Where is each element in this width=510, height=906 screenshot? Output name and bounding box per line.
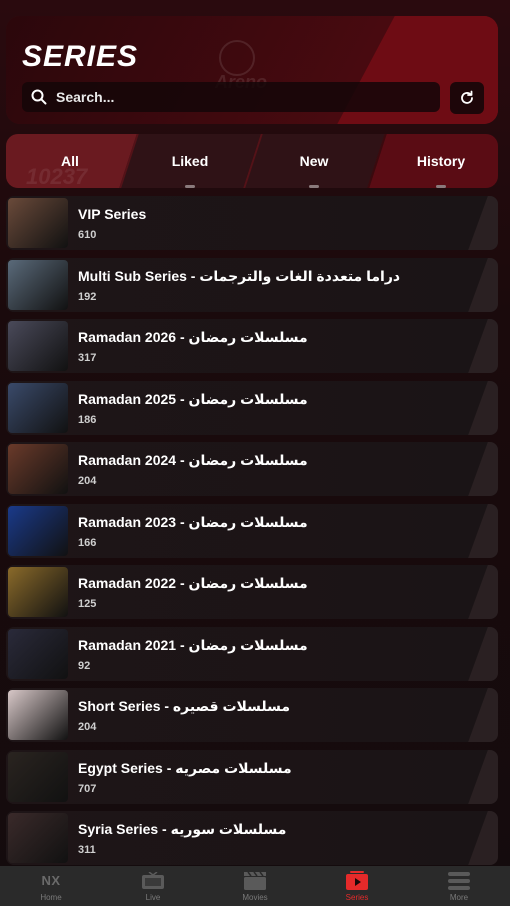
nx-logo-icon: NX: [41, 873, 61, 888]
row-accent: [468, 626, 498, 681]
refresh-button[interactable]: [450, 82, 484, 114]
category-count: 192: [78, 290, 97, 303]
bottom-nav: NX Home Live Movies Series More: [0, 866, 510, 906]
nav-series[interactable]: Series: [306, 866, 408, 906]
row-accent: [468, 442, 498, 496]
nav-more-label: More: [449, 892, 469, 902]
category-row[interactable]: Syria Series - مسلسلات سوريه 311: [6, 811, 498, 865]
category-count: 610: [78, 229, 97, 241]
nav-more[interactable]: More: [408, 866, 510, 906]
tab-history[interactable]: History: [367, 134, 498, 188]
category-count: 125: [78, 598, 97, 610]
category-thumbnail: [8, 198, 68, 248]
row-accent: [468, 688, 498, 742]
row-accent: [468, 503, 498, 558]
category-row[interactable]: Egypt Series - مسلسلات مصريه 707: [6, 749, 498, 804]
nav-live-label: Live: [145, 892, 161, 902]
nav-live[interactable]: Live: [102, 866, 204, 906]
search-placeholder: Search...: [56, 89, 115, 105]
row-accent: [468, 811, 498, 865]
row-accent: [468, 319, 498, 373]
row-accent: [468, 196, 498, 250]
category-thumbnail: [8, 444, 68, 494]
tab-new[interactable]: New: [243, 134, 385, 188]
nav-movies[interactable]: Movies: [204, 866, 306, 906]
category-row[interactable]: Ramadan 2021 - مسلسلات رمضان 92: [6, 626, 498, 681]
category-row[interactable]: Multi Sub Series - دراما متعددة الغات وا…: [6, 257, 498, 312]
search-icon: [22, 89, 56, 105]
category-row[interactable]: Ramadan 2023 - مسلسلات رمضان 166: [6, 503, 498, 558]
tabs-watermark: 10237: [26, 164, 88, 189]
category-thumbnail: [8, 567, 68, 617]
category-count: 707: [78, 782, 97, 795]
refresh-icon: [461, 90, 473, 104]
category-row[interactable]: Ramadan 2024 - مسلسلات رمضان 204: [6, 442, 498, 496]
category-name: Ramadan 2023 - مسلسلات رمضان: [78, 513, 308, 530]
category-name: Ramadan 2026 - مسلسلات رمضان: [78, 329, 308, 345]
row-accent: [468, 257, 498, 312]
category-count: 311: [78, 844, 96, 856]
tab-history-label: History: [416, 153, 466, 169]
tab-liked[interactable]: Liked: [119, 134, 261, 188]
nav-home-label: Home: [40, 892, 62, 902]
category-name: Short Series - مسلسلات قصيره: [78, 698, 291, 714]
category-row[interactable]: Ramadan 2026 - مسلسلات رمضان 317: [6, 319, 498, 373]
nav-home[interactable]: NX Home: [0, 866, 102, 906]
category-name: VIP Series: [78, 206, 147, 222]
category-row[interactable]: Ramadan 2022 - مسلسلات رمضان 125: [6, 565, 498, 619]
tab-indicator: [436, 185, 446, 188]
category-thumbnail: [8, 321, 68, 371]
row-accent: [468, 749, 498, 804]
category-name: Ramadan 2022 - مسلسلات رمضان: [78, 575, 308, 591]
category-row[interactable]: Short Series - مسلسلات قصيره 204: [6, 688, 498, 742]
category-thumbnail: [8, 690, 68, 740]
tv-icon: [141, 871, 165, 891]
category-thumbnail: [8, 259, 68, 310]
category-name: Ramadan 2024 - مسلسلات رمضان: [78, 452, 308, 468]
category-count: 204: [78, 475, 97, 487]
category-thumbnail: [8, 382, 68, 433]
page-title: SERIES: [22, 40, 139, 73]
category-row[interactable]: Ramadan 2025 - مسلسلات رمضان 186: [6, 380, 498, 435]
tab-indicator: [309, 185, 319, 188]
category-count: 204: [78, 721, 97, 733]
row-accent: [468, 380, 498, 435]
category-name: Egypt Series - مسلسلات مصريه: [78, 759, 292, 776]
category-thumbnail: [8, 505, 68, 556]
category-thumbnail: [8, 813, 68, 863]
category-count: 186: [78, 413, 97, 426]
search-input[interactable]: Search...: [22, 82, 440, 112]
clapperboard-icon: [243, 871, 267, 891]
category-thumbnail: [8, 751, 68, 802]
category-name: Ramadan 2021 - مسلسلات رمضان: [78, 636, 308, 653]
category-count: 317: [78, 352, 97, 364]
tab-liked-label: Liked: [171, 153, 209, 169]
category-thumbnail: [8, 628, 68, 679]
category-row[interactable]: VIP Series 610: [6, 196, 498, 250]
tab-new-label: New: [299, 153, 329, 169]
nav-movies-label: Movies: [242, 892, 268, 902]
nav-series-label: Series: [345, 892, 369, 902]
tab-indicator: [185, 185, 195, 188]
category-name: Syria Series - مسلسلات سوريه: [78, 821, 287, 837]
category-count: 92: [78, 659, 91, 672]
play-icon: [345, 870, 369, 891]
category-count: 166: [78, 536, 97, 549]
row-accent: [468, 565, 498, 619]
category-list: VIP Series 610 Multi Sub Series - دراما مت…: [6, 196, 498, 873]
category-name: Ramadan 2025 - مسلسلات رمضان: [78, 390, 308, 407]
category-name: Multi Sub Series - دراما متعددة الغات وا…: [78, 267, 401, 284]
menu-icon: [447, 871, 471, 891]
